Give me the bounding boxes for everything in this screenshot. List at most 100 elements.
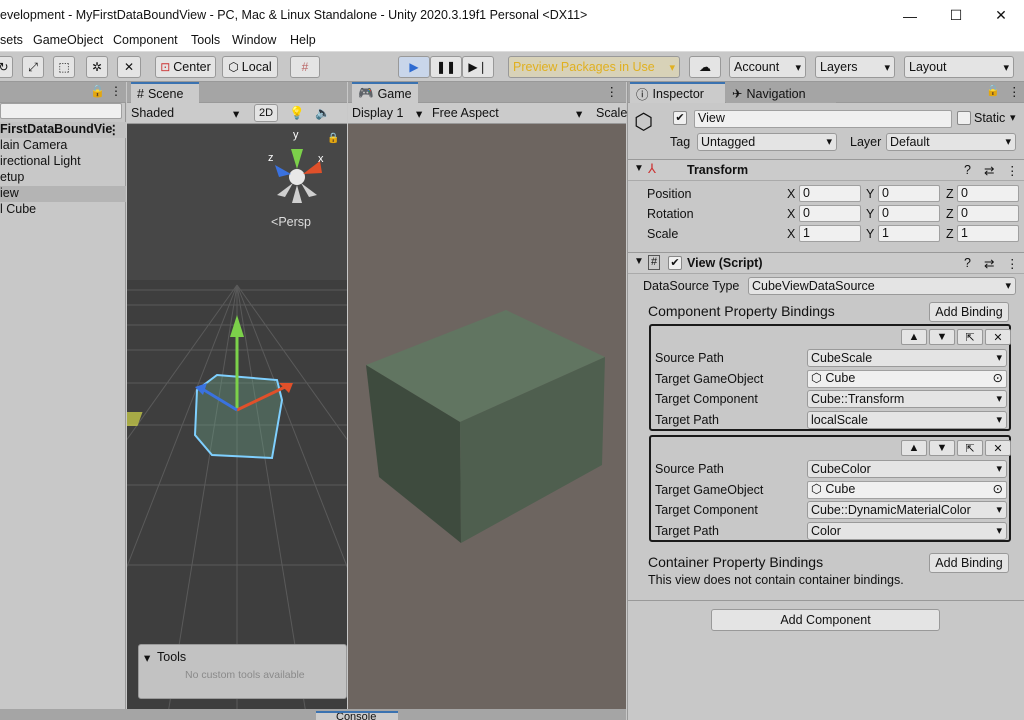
lock-icon[interactable]: 🔒	[986, 84, 1000, 97]
transform-tool-icon[interactable]: ✲	[86, 56, 108, 78]
collapse-arrow-icon[interactable]: ▼	[634, 256, 644, 267]
account-dropdown[interactable]: Account	[729, 56, 806, 78]
object-name-field[interactable]: View	[694, 110, 952, 128]
pivot-center-button[interactable]: ⊡ Center	[155, 56, 216, 78]
object-picker-icon[interactable]: ⊙	[993, 482, 1003, 497]
menu-assets[interactable]: sets	[0, 33, 23, 47]
hierarchy-search-input[interactable]	[0, 103, 122, 119]
more-icon[interactable]: ⋮	[606, 84, 619, 99]
scale-y-field[interactable]: 1	[878, 225, 940, 242]
more-icon[interactable]: ⋮	[108, 122, 121, 137]
menu-window[interactable]: Window	[232, 33, 276, 47]
hierarchy-item[interactable]: irectional Light	[0, 154, 126, 170]
target-component-dropdown[interactable]: Cube::Transform	[807, 390, 1007, 408]
pause-button[interactable]: ❚❚	[430, 56, 462, 78]
expand-icon[interactable]: ⇱	[957, 329, 983, 345]
aspect-dropdown[interactable]: Free Aspect	[432, 106, 499, 120]
menu-tools[interactable]: Tools	[191, 33, 220, 47]
gameobject-icon[interactable]: ⬡	[634, 109, 653, 135]
hierarchy-item[interactable]: l Cube	[0, 202, 126, 218]
target-path-dropdown[interactable]: localScale	[807, 411, 1007, 429]
lock-icon[interactable]: 🔒	[327, 132, 339, 144]
more-icon[interactable]: ⋮	[1006, 256, 1019, 271]
source-path-dropdown[interactable]: CubeScale	[807, 349, 1007, 367]
add-component-binding-button[interactable]: Add Binding	[929, 302, 1009, 322]
static-dropdown-arrow-icon[interactable]: ▾	[1010, 111, 1016, 124]
script-enabled-checkbox[interactable]: ✔	[668, 256, 682, 270]
game-viewport[interactable]	[348, 125, 626, 720]
persp-label[interactable]: <Persp	[271, 215, 311, 229]
collapse-arrow-icon[interactable]: ▼	[634, 163, 644, 174]
preset-icon[interactable]: ⇄	[984, 163, 994, 178]
cloud-icon[interactable]: ☁	[689, 56, 721, 78]
add-container-binding-button[interactable]: Add Binding	[929, 553, 1009, 573]
rotation-y-field[interactable]: 0	[878, 205, 940, 222]
move-up-icon[interactable]: ▲	[901, 440, 927, 456]
rect-tool-icon[interactable]: ⬚	[53, 56, 75, 78]
more-icon[interactable]: ⋮	[110, 84, 122, 98]
preview-packages-dropdown[interactable]: Preview Packages in Use	[508, 56, 680, 78]
preset-icon[interactable]: ⇄	[984, 256, 994, 271]
menu-component[interactable]: Component	[113, 33, 178, 47]
view-script-header[interactable]: ▼ # ✔ View (Script) ? ⇄ ⋮	[628, 252, 1024, 274]
datasource-type-dropdown[interactable]: CubeViewDataSource	[748, 277, 1016, 295]
tab-game[interactable]: 🎮 Game	[352, 82, 418, 103]
pivot-local-button[interactable]: ⬡ Local	[222, 56, 278, 78]
custom-tool-icon[interactable]: ✕	[117, 56, 141, 78]
display-dropdown[interactable]: Display 1	[352, 106, 403, 120]
tab-inspector[interactable]: ⓘ Inspector	[630, 82, 725, 103]
close-button[interactable]: ✕	[978, 0, 1024, 31]
transform-header[interactable]: ▼ ⅄ Transform ? ⇄ ⋮	[628, 159, 1024, 181]
minimize-button[interactable]: —	[887, 0, 933, 31]
lock-icon[interactable]: 🔒	[90, 84, 105, 98]
2d-toggle[interactable]: 2D	[254, 104, 278, 122]
tab-scene[interactable]: # Scene	[131, 82, 199, 103]
lighting-icon[interactable]: 💡	[289, 106, 305, 121]
menu-gameobject[interactable]: GameObject	[33, 33, 103, 47]
shading-dropdown[interactable]: Shaded	[131, 106, 174, 120]
static-checkbox[interactable]	[957, 111, 971, 125]
tag-dropdown[interactable]: Untagged	[697, 133, 837, 151]
position-z-field[interactable]: 0	[957, 185, 1019, 202]
play-button[interactable]: ▶	[398, 56, 430, 78]
audio-icon[interactable]: 🔈	[315, 106, 331, 121]
expand-icon[interactable]: ⇱	[957, 440, 983, 456]
hierarchy-scene-root[interactable]: FirstDataBoundVie ⋮	[0, 122, 126, 138]
scale-tool-icon[interactable]: ⤢	[22, 56, 44, 78]
hierarchy-item[interactable]: etup	[0, 170, 126, 186]
scale-x-field[interactable]: 1	[799, 225, 861, 242]
move-down-icon[interactable]: ▼	[929, 440, 955, 456]
target-component-dropdown[interactable]: Cube::DynamicMaterialColor	[807, 501, 1007, 519]
move-up-icon[interactable]: ▲	[901, 329, 927, 345]
position-y-field[interactable]: 0	[878, 185, 940, 202]
layout-dropdown[interactable]: Layout	[904, 56, 1014, 78]
remove-binding-icon[interactable]: ✕	[985, 440, 1011, 456]
scale-z-field[interactable]: 1	[957, 225, 1019, 242]
add-component-button[interactable]: Add Component	[711, 609, 940, 631]
hierarchy-item-selected[interactable]: iew	[0, 186, 126, 202]
grid-snap-icon[interactable]: #	[290, 56, 320, 78]
layers-dropdown[interactable]: Layers	[815, 56, 895, 78]
tab-console[interactable]: Console	[316, 711, 398, 720]
move-down-icon[interactable]: ▼	[929, 329, 955, 345]
position-x-field[interactable]: 0	[799, 185, 861, 202]
source-path-dropdown[interactable]: CubeColor	[807, 460, 1007, 478]
rotation-z-field[interactable]: 0	[957, 205, 1019, 222]
collapse-arrow-icon[interactable]: ▾	[144, 650, 150, 665]
tab-navigation[interactable]: ✈ Navigation	[726, 82, 836, 103]
hierarchy-item[interactable]: lain Camera	[0, 138, 126, 154]
maximize-button[interactable]: ☐	[933, 0, 979, 31]
active-checkbox[interactable]: ✔	[673, 111, 687, 125]
more-icon[interactable]: ⋮	[1008, 84, 1021, 99]
target-path-dropdown[interactable]: Color	[807, 522, 1007, 540]
target-gameobject-field[interactable]: ⬡ Cube ⊙	[807, 481, 1007, 499]
rotate-tool-icon[interactable]: ↻	[0, 56, 13, 78]
remove-binding-icon[interactable]: ✕	[985, 329, 1011, 345]
more-icon[interactable]: ⋮	[1006, 163, 1019, 178]
menu-help[interactable]: Help	[290, 33, 316, 47]
help-icon[interactable]: ?	[964, 163, 971, 177]
step-button[interactable]: ▶❘	[462, 56, 494, 78]
target-gameobject-field[interactable]: ⬡ Cube ⊙	[807, 370, 1007, 388]
scene-viewport[interactable]: y x z 🔒	[127, 125, 347, 720]
object-picker-icon[interactable]: ⊙	[993, 371, 1003, 386]
